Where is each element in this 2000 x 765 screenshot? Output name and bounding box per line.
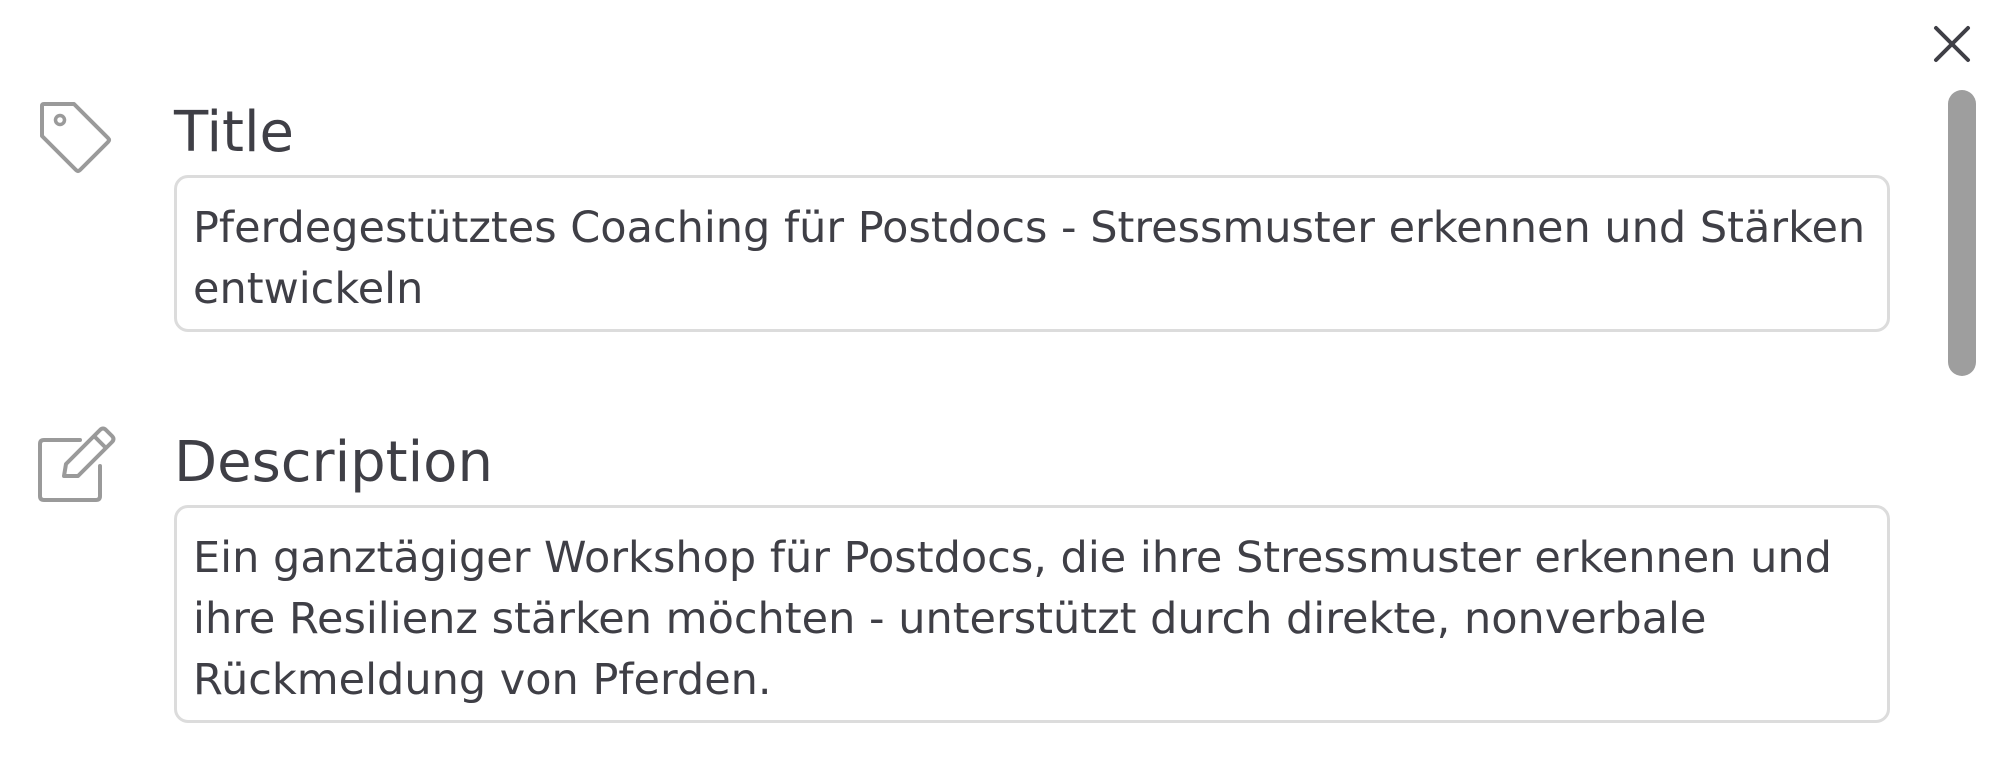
scrollbar-thumb[interactable] (1948, 90, 1976, 376)
description-label: Description (174, 430, 493, 495)
title-label: Title (174, 100, 295, 165)
title-input-value: Pferdegestütztes Coaching für Postdocs -… (193, 203, 1866, 314)
edit-icon (34, 426, 118, 510)
title-input[interactable]: Pferdegestütztes Coaching für Postdocs -… (174, 175, 1890, 332)
tag-icon (34, 96, 118, 180)
edit-event-panel: Title Pferdegestütztes Coaching für Post… (0, 0, 2000, 765)
close-button[interactable] (1928, 20, 1976, 68)
description-textarea[interactable]: Ein ganztägiger Workshop für Postdocs, d… (174, 505, 1890, 723)
description-textarea-value: Ein ganztägiger Workshop für Postdocs, d… (193, 533, 1832, 705)
close-icon (1934, 26, 1970, 62)
